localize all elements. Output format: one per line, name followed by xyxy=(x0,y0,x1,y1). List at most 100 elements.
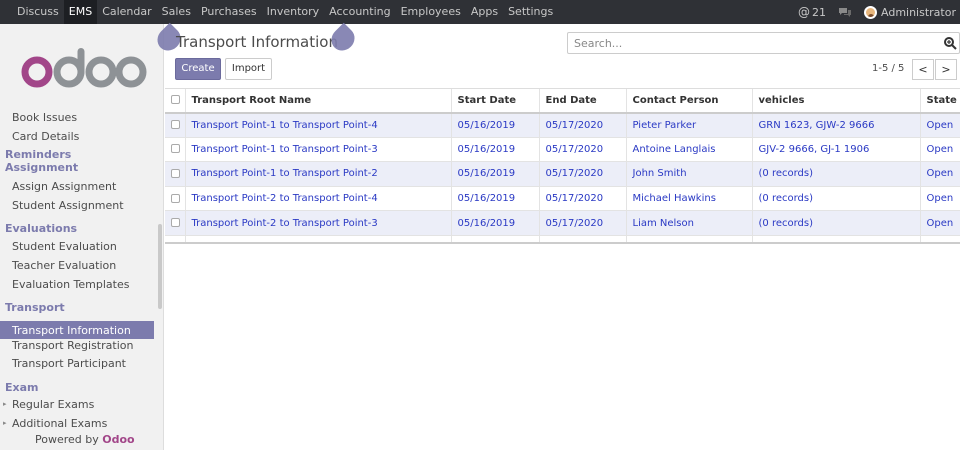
sidebar: Book Issues Card Details Reminders Assignme… xyxy=(0,24,164,450)
sidebar-item-transport-participant[interactable]: Transport Participant xyxy=(12,357,126,370)
app-menu-item-accounting[interactable]: Accounting xyxy=(324,0,395,24)
table-cell: 05/16/2019 xyxy=(450,112,539,138)
table-cell: Open xyxy=(919,210,960,236)
notification-count: 21 xyxy=(812,5,826,19)
sidebar-item-evaluation-templates[interactable]: Evaluation Templates xyxy=(12,278,129,291)
row-checkbox[interactable] xyxy=(165,161,185,187)
table-cell: Michael Hawkins xyxy=(625,186,752,212)
table-row[interactable]: Transport Point-1 to Transport Point-3 05… xyxy=(165,137,960,163)
user-name: Administrator xyxy=(881,5,956,19)
table-cell: GRN 1623, GJW-2 9666 xyxy=(751,112,920,138)
column-header-vehicles[interactable]: vehicles xyxy=(751,88,920,114)
table-footer xyxy=(165,235,960,245)
table-cell: 05/17/2020 xyxy=(538,186,626,212)
systray: @ 21 Administrator xyxy=(786,0,956,24)
select-all-checkbox[interactable] xyxy=(165,88,185,114)
caret-right-icon[interactable]: ▸ xyxy=(3,400,7,408)
search-icon[interactable] xyxy=(943,36,957,50)
table-cell: Transport Point-1 to Transport Point-4 xyxy=(184,112,451,138)
top-menu-bar: Discuss EMS Calendar Sales Purchases Inventor… xyxy=(0,0,960,24)
app-menu-item-purchases[interactable]: Purchases xyxy=(196,0,262,24)
table-cell: 05/17/2020 xyxy=(538,210,626,236)
sidebar-item-regular-exams[interactable]: Regular Exams xyxy=(12,398,94,411)
table-cell: GJV-2 9666, GJ-1 1906 xyxy=(751,137,920,163)
sidebar-item-assign-assignment[interactable]: Assign Assignment xyxy=(12,180,116,193)
records-table: Transport Root Name Start Date End Date Con… xyxy=(165,88,960,245)
sidebar-item-book-issues[interactable]: Book Issues xyxy=(12,111,77,124)
chevron-right-icon: > xyxy=(941,63,951,76)
row-checkbox[interactable] xyxy=(165,210,185,236)
sidebar-item-label: Transport Information xyxy=(12,324,131,337)
table-row[interactable]: Transport Point-2 to Transport Point-3 05… xyxy=(165,210,960,236)
table-cell: Transport Point-1 to Transport Point-2 xyxy=(184,161,451,187)
app-menu-item-ems[interactable]: EMS xyxy=(63,0,98,24)
table-row[interactable]: Transport Point-1 to Transport Point-4 05… xyxy=(165,112,960,138)
sidebar-item-student-assignment[interactable]: Student Assignment xyxy=(12,199,124,212)
sidebar-scrollbar[interactable] xyxy=(158,224,162,309)
table-cell: Transport Point-2 to Transport Point-4 xyxy=(184,186,451,212)
table-cell: Open xyxy=(919,161,960,187)
sidebar-item-teacher-evaluation[interactable]: Teacher Evaluation xyxy=(12,259,116,272)
odoo-brand[interactable]: Odoo xyxy=(102,433,134,446)
app-menu-item-employees[interactable]: Employees xyxy=(396,0,466,24)
table-cell: Antoine Langlais xyxy=(625,137,752,163)
caret-right-icon[interactable]: ▸ xyxy=(3,419,7,427)
app-menu-item-discuss[interactable]: Discuss xyxy=(12,0,64,24)
column-header-transport-root-name[interactable]: Transport Root Name xyxy=(184,88,451,114)
table-cell: John Smith xyxy=(625,161,752,187)
search-input[interactable] xyxy=(568,33,928,53)
sidebar-section-transport: Transport xyxy=(5,301,65,314)
table-cell: 05/16/2019 xyxy=(450,161,539,187)
row-checkbox[interactable] xyxy=(165,186,185,212)
table-cell: 05/17/2020 xyxy=(538,137,626,163)
table-cell: 05/17/2020 xyxy=(538,161,626,187)
table-cell: (0 records) xyxy=(751,210,920,236)
row-checkbox[interactable] xyxy=(165,137,185,163)
table-row[interactable]: Transport Point-2 to Transport Point-4 05… xyxy=(165,186,960,212)
table-cell: Pieter Parker xyxy=(625,112,752,138)
table-header: Transport Root Name Start Date End Date Con… xyxy=(165,88,960,114)
chevron-left-icon: < xyxy=(918,63,928,76)
table-cell: Liam Nelson xyxy=(625,210,752,236)
table-cell: Transport Point-2 to Transport Point-3 xyxy=(184,210,451,236)
sidebar-item-student-evaluation[interactable]: Student Evaluation xyxy=(12,240,117,253)
app-menu-item-inventory[interactable]: Inventory xyxy=(262,0,325,24)
table-cell: 05/16/2019 xyxy=(450,186,539,212)
column-header-end-date[interactable]: End Date xyxy=(538,88,626,114)
row-checkbox[interactable] xyxy=(165,112,185,138)
powered-by: Powered by Odoo xyxy=(35,433,135,446)
user-menu[interactable]: Administrator xyxy=(864,5,956,19)
list-view: Transport Root Name Start Date End Date Con… xyxy=(165,88,960,245)
app-menu-item-sales[interactable]: Sales xyxy=(157,0,196,24)
sidebar-item-card-details[interactable]: Card Details xyxy=(12,130,79,143)
table-cell: 05/16/2019 xyxy=(450,210,539,236)
create-button[interactable]: Create xyxy=(175,58,221,80)
page-title: Transport Information xyxy=(176,33,338,51)
notifications[interactable]: @ 21 xyxy=(798,5,826,19)
sidebar-section-assignment: Assignment xyxy=(5,161,79,174)
import-button[interactable]: Import xyxy=(225,58,272,80)
sidebar-item-additional-exams[interactable]: Additional Exams xyxy=(12,417,107,430)
column-header-contact-person[interactable]: Contact Person xyxy=(625,88,752,114)
table-cell: Open xyxy=(919,112,960,138)
chat-icon[interactable] xyxy=(838,6,852,18)
column-header-start-date[interactable]: Start Date xyxy=(450,88,539,114)
sidebar-item-transport-information[interactable]: Transport Information xyxy=(0,321,154,339)
sidebar-item-transport-registration[interactable]: Transport Registration xyxy=(12,339,133,352)
pager-previous-button[interactable]: < xyxy=(912,59,934,80)
table-cell: Open xyxy=(919,186,960,212)
app-menu-item-apps[interactable]: Apps xyxy=(466,0,503,24)
app-menu-item-calendar[interactable]: Calendar xyxy=(97,0,156,24)
search-box xyxy=(567,32,960,54)
app-menu-item-settings[interactable]: Settings xyxy=(503,0,558,24)
column-header-state[interactable]: State xyxy=(919,88,960,114)
pager-value[interactable]: 1-5 / 5 xyxy=(872,63,904,74)
sidebar-section-reminders: Reminders xyxy=(5,148,72,161)
sidebar-section-exam: Exam xyxy=(5,381,39,394)
table-cell: 05/16/2019 xyxy=(450,137,539,163)
table-row[interactable]: Transport Point-1 to Transport Point-2 05… xyxy=(165,161,960,187)
app-menu: Discuss EMS Calendar Sales Purchases Inventor… xyxy=(0,0,558,24)
pager-next-button[interactable]: > xyxy=(935,59,957,80)
table-cell: (0 records) xyxy=(751,186,920,212)
sidebar-section-evaluations: Evaluations xyxy=(5,222,78,235)
